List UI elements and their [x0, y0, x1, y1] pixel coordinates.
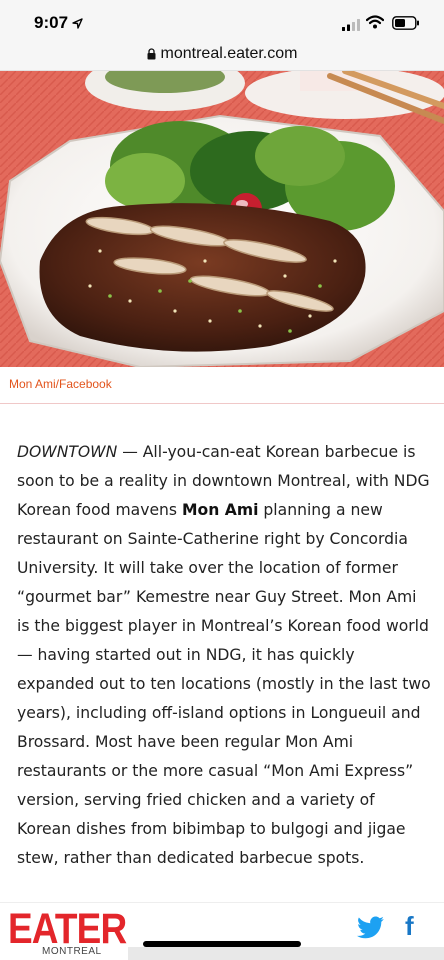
url-text[interactable]: montreal.eater.com [161, 45, 298, 63]
status-time: 9:07 [34, 13, 69, 32]
article-text-part-2: planning a new restaurant on Sainte-Cath… [17, 501, 431, 867]
status-time-group: 9:07 [34, 13, 83, 33]
article-bold-name: Mon Ami [182, 501, 259, 519]
photo-credit[interactable]: Mon Ami/Facebook [9, 377, 112, 391]
facebook-icon[interactable]: f [405, 911, 414, 942]
twitter-icon[interactable] [357, 916, 385, 944]
eater-logo-subtitle: MONTREAL [42, 946, 102, 957]
photo-caption-area: Mon Ami/Facebook [0, 367, 444, 404]
footer-divider [0, 902, 444, 903]
cellular-signal-icon [342, 16, 360, 35]
hero-food-photo [0, 71, 444, 367]
article-paragraph: DOWNTOWN — All-you-can-eat Korean barbec… [17, 438, 431, 873]
bottom-toolbar-strip [128, 947, 444, 960]
battery-icon [392, 15, 420, 34]
location-arrow-icon [72, 17, 83, 29]
wifi-icon [365, 14, 385, 33]
article-dateline: DOWNTOWN [17, 443, 118, 461]
home-indicator[interactable] [143, 941, 301, 947]
lock-icon [147, 45, 156, 64]
address-bar[interactable]: montreal.eater.com [0, 38, 444, 71]
article-body: DOWNTOWN — All-you-can-eat Korean barbec… [17, 438, 431, 873]
